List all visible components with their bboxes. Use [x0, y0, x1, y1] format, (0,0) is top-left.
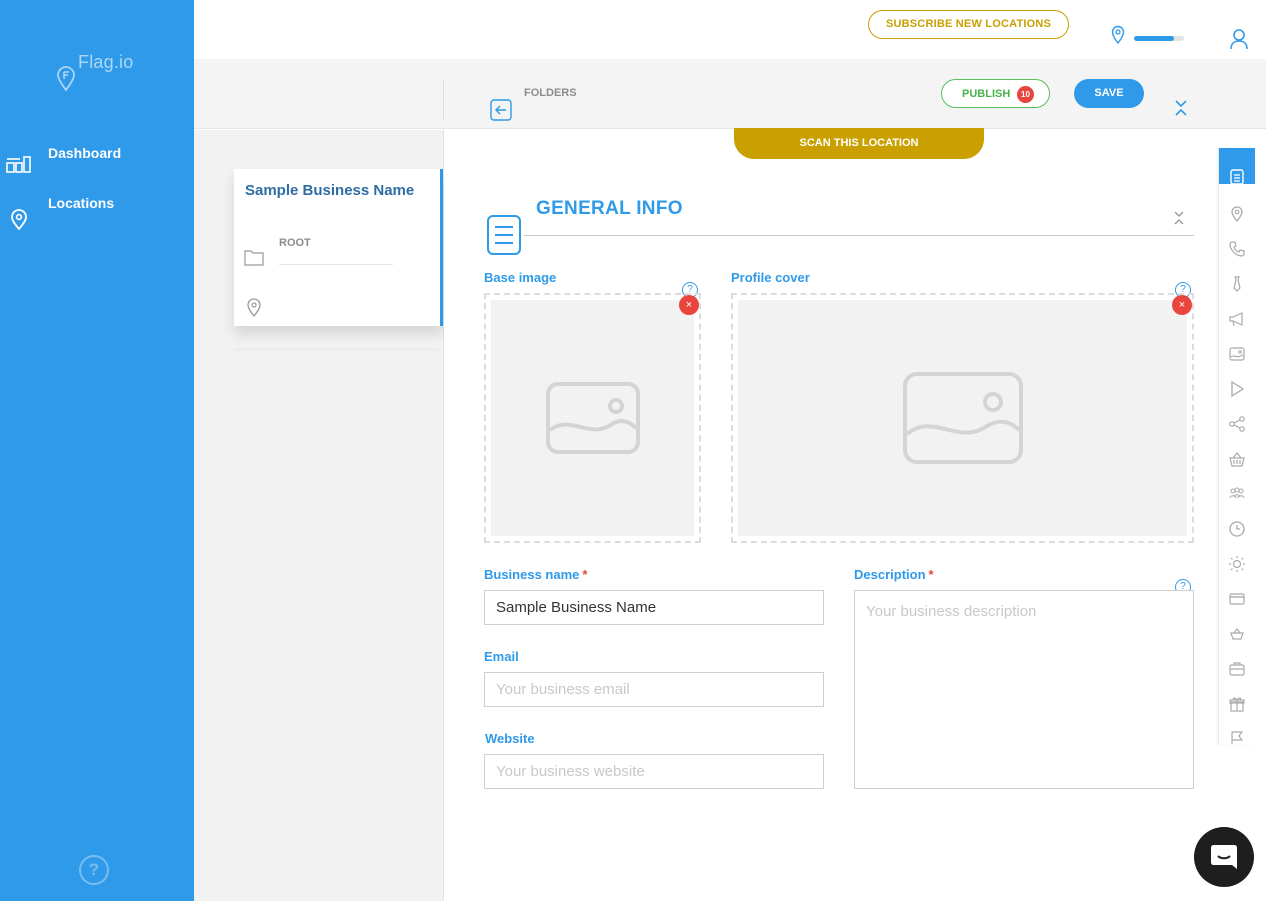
progress-fill	[1134, 36, 1174, 41]
description-label: Description *	[854, 567, 934, 582]
business-name-label: Business name *	[484, 567, 587, 582]
chevron-collapse-icon[interactable]	[1174, 99, 1188, 117]
remove-base-image-button[interactable]: ×	[679, 295, 699, 315]
folder-underline	[279, 264, 393, 265]
location-pin-icon[interactable]	[1228, 205, 1246, 223]
toolbar-divider	[443, 79, 444, 119]
location-pin-icon	[11, 209, 27, 231]
credit-card-icon[interactable]	[1228, 590, 1246, 608]
profile-cover-upload[interactable]	[731, 293, 1194, 543]
document-icon[interactable]	[1228, 168, 1246, 186]
required-marker: *	[928, 567, 934, 582]
website-label: Website	[485, 731, 535, 746]
people-icon[interactable]	[1228, 485, 1246, 503]
chat-support-button[interactable]	[1194, 827, 1254, 887]
location-pin-icon	[1111, 25, 1125, 45]
image-placeholder	[491, 300, 694, 536]
image-icon	[545, 382, 640, 454]
brand-logo[interactable]: Flag.io	[56, 52, 156, 92]
location-card-folder: ROOT	[279, 237, 311, 249]
image-icon[interactable]	[1228, 345, 1246, 363]
section-nav-rail	[1218, 148, 1255, 745]
business-name-input[interactable]	[484, 590, 824, 625]
sidebar-item-label: Dashboard	[48, 145, 122, 161]
dashboard-icon	[6, 156, 31, 173]
help-button[interactable]: ?	[79, 855, 109, 885]
section-title: GENERAL INFO	[536, 198, 683, 219]
sidebar: Flag.io Dashboard Locations ?	[0, 0, 194, 901]
user-profile-icon[interactable]	[1229, 28, 1249, 50]
description-field[interactable]	[854, 590, 1194, 789]
required-marker: *	[582, 567, 588, 582]
card-divider	[234, 348, 439, 351]
gift-icon[interactable]	[1228, 695, 1246, 713]
email-field[interactable]	[484, 672, 824, 707]
location-card-title: Sample Business Name	[245, 182, 415, 199]
tie-icon[interactable]	[1228, 275, 1246, 293]
locations-list-panel: Sample Business Name ROOT	[194, 130, 444, 901]
publish-count-badge: 10	[1017, 86, 1034, 103]
chat-icon	[1211, 845, 1237, 869]
folders-label[interactable]: FOLDERS	[524, 87, 577, 99]
document-icon	[487, 215, 521, 255]
sidebar-item-dashboard[interactable]: Dashboard	[0, 145, 194, 185]
save-button[interactable]: SAVE	[1074, 79, 1144, 108]
profile-cover-label: Profile cover	[731, 270, 810, 285]
clock-icon[interactable]	[1228, 520, 1246, 538]
publish-label: PUBLISH	[962, 88, 1011, 100]
description-label-text: Description	[854, 567, 926, 582]
flag-logo-icon	[57, 66, 75, 92]
basket-icon[interactable]	[1228, 450, 1246, 468]
sun-icon[interactable]	[1228, 555, 1246, 573]
email-label: Email	[484, 649, 519, 664]
base-image-upload[interactable]	[484, 293, 701, 543]
phone-icon[interactable]	[1228, 240, 1246, 258]
image-icon	[902, 372, 1023, 464]
website-field[interactable]	[484, 754, 824, 789]
chevron-collapse-icon[interactable]	[1173, 210, 1185, 226]
publish-button[interactable]: PUBLISH 10	[941, 79, 1050, 108]
base-image-label: Base image	[484, 270, 557, 285]
subscribe-new-locations-button[interactable]: SUBSCRIBE NEW LOCATIONS	[868, 10, 1069, 39]
briefcase-icon[interactable]	[1228, 660, 1246, 678]
section-divider	[524, 235, 1194, 236]
location-pin-icon	[247, 298, 261, 318]
scan-location-button[interactable]: SCAN THIS LOCATION	[734, 128, 984, 159]
folder-icon	[244, 250, 264, 266]
toolbar: FOLDERS PUBLISH 10 SAVE	[194, 59, 1266, 129]
cart-icon[interactable]	[1228, 625, 1246, 643]
brand-name: Flag.io	[78, 52, 134, 72]
share-icon[interactable]	[1228, 415, 1246, 433]
main-content: SCAN THIS LOCATION GENERAL INFO Base ima…	[444, 128, 1218, 901]
sidebar-item-locations[interactable]: Locations	[0, 195, 194, 235]
location-card[interactable]: Sample Business Name ROOT	[234, 169, 443, 326]
top-bar: SUBSCRIBE NEW LOCATIONS	[194, 0, 1266, 59]
sidebar-item-label: Locations	[48, 195, 115, 211]
flag-icon[interactable]	[1228, 730, 1246, 744]
back-arrow-icon[interactable]	[490, 99, 512, 121]
locations-progress-bar	[1134, 36, 1184, 41]
play-icon[interactable]	[1228, 380, 1246, 398]
business-name-label-text: Business name	[484, 567, 580, 582]
image-placeholder	[738, 300, 1187, 536]
remove-profile-cover-button[interactable]: ×	[1172, 295, 1192, 315]
megaphone-icon[interactable]	[1228, 310, 1246, 328]
